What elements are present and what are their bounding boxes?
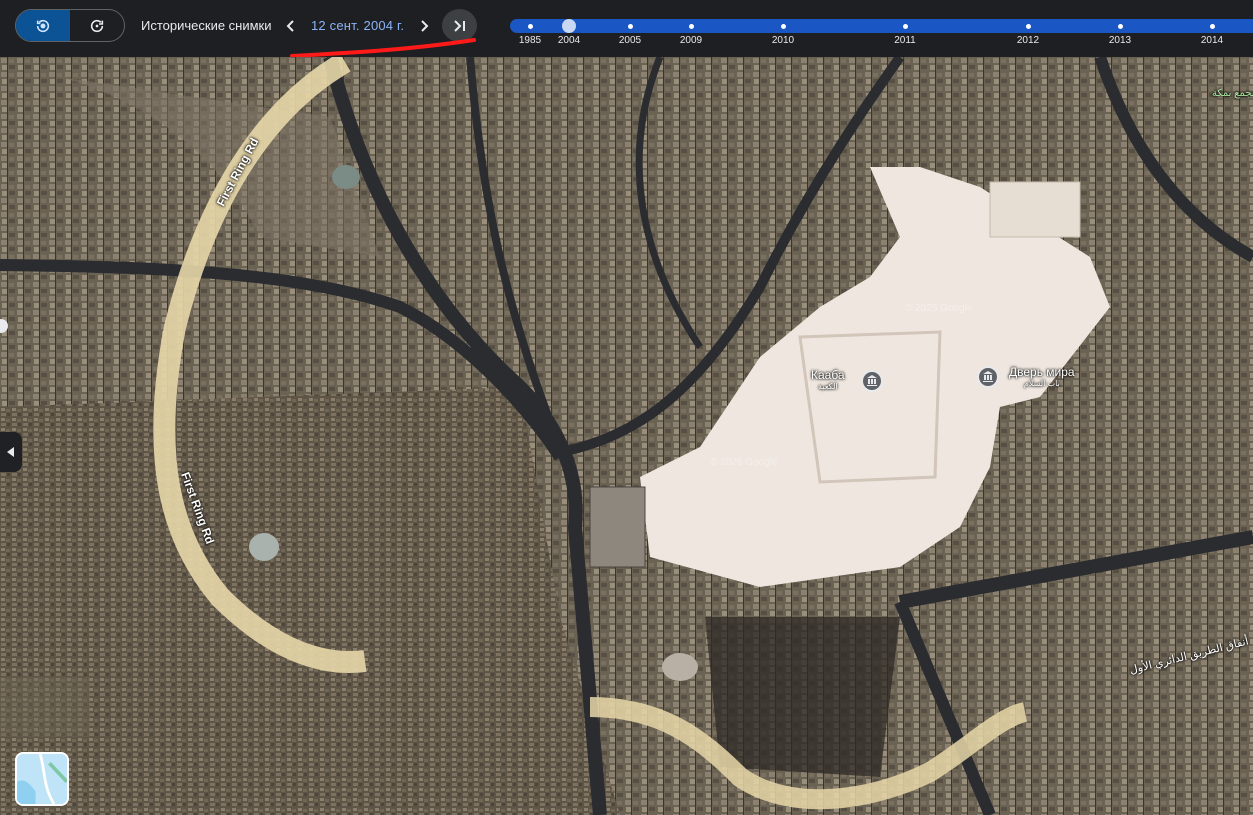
- map-layer-preview: [17, 754, 67, 804]
- timeline-tick-2004[interactable]: [562, 19, 576, 33]
- satellite-imagery: [0, 57, 1253, 815]
- landmark-icon: [983, 371, 993, 382]
- place-label-door-of-peace[interactable]: Дверь мира باب السلام: [1009, 365, 1075, 388]
- previous-date-button[interactable]: [281, 15, 301, 37]
- collapse-side-panel-button[interactable]: [0, 432, 22, 472]
- place-pin-kaaba[interactable]: [861, 370, 883, 392]
- timeline-year-label: 2014: [1200, 35, 1224, 46]
- timeline-year-label: 1985: [518, 35, 542, 46]
- timeline-tick-1985[interactable]: [527, 24, 533, 29]
- map-layer-thumbnail[interactable]: [15, 752, 69, 806]
- timeline-year-label: 2010: [771, 35, 795, 46]
- mode-toggle: [15, 9, 125, 42]
- timeline-tick-2013[interactable]: [1117, 24, 1123, 29]
- timeline-year-label: 2004: [557, 35, 581, 46]
- map-watermark: © 2025 Google: [710, 457, 778, 468]
- historical-imagery-button[interactable]: [16, 10, 70, 41]
- timeline-tick-2014[interactable]: [1209, 24, 1215, 29]
- timeline-tick-2005[interactable]: [627, 24, 633, 29]
- imagery-toolbar: Исторические снимки 12 сент. 2004 г. 198…: [0, 0, 1253, 58]
- timeline-tick-2010[interactable]: [780, 24, 786, 29]
- chevron-right-icon: [421, 20, 429, 32]
- timeline-year-label: 2012: [1016, 35, 1040, 46]
- timeline-year-label: 2011: [894, 35, 916, 46]
- timeline-year-label: 2005: [618, 35, 642, 46]
- next-date-button[interactable]: [414, 15, 434, 37]
- timeline-tick-2009[interactable]: [688, 24, 694, 29]
- satellite-map[interactable]: First Ring Rd First Ring Rd أنفاق الطريق…: [0, 57, 1253, 815]
- skip-to-latest-icon: [453, 19, 465, 32]
- timeline-year-label: 2009: [679, 35, 703, 46]
- timeline-tick-2012[interactable]: [1025, 24, 1031, 29]
- landmark-icon: [867, 375, 877, 386]
- chevron-left-icon: [7, 447, 14, 457]
- place-pin-door-of-peace[interactable]: [977, 366, 999, 388]
- timeline-slider[interactable]: [510, 19, 1253, 33]
- toolbar-title: Исторические снимки: [141, 18, 272, 33]
- refresh-icon: [90, 19, 104, 32]
- timeline-tick-2011[interactable]: [902, 24, 908, 29]
- chevron-left-icon: [286, 20, 294, 32]
- timeline-year-label: 2013: [1108, 35, 1132, 46]
- refresh-button[interactable]: [70, 10, 124, 41]
- map-label-arabic: مجمع بمكة: [1212, 88, 1253, 99]
- place-label-kaaba[interactable]: Кааба الكعبة: [811, 368, 845, 391]
- map-watermark: © 2025 Google: [905, 303, 973, 314]
- historical-imagery-icon: [36, 19, 50, 32]
- selected-date[interactable]: 12 сент. 2004 г.: [311, 18, 404, 33]
